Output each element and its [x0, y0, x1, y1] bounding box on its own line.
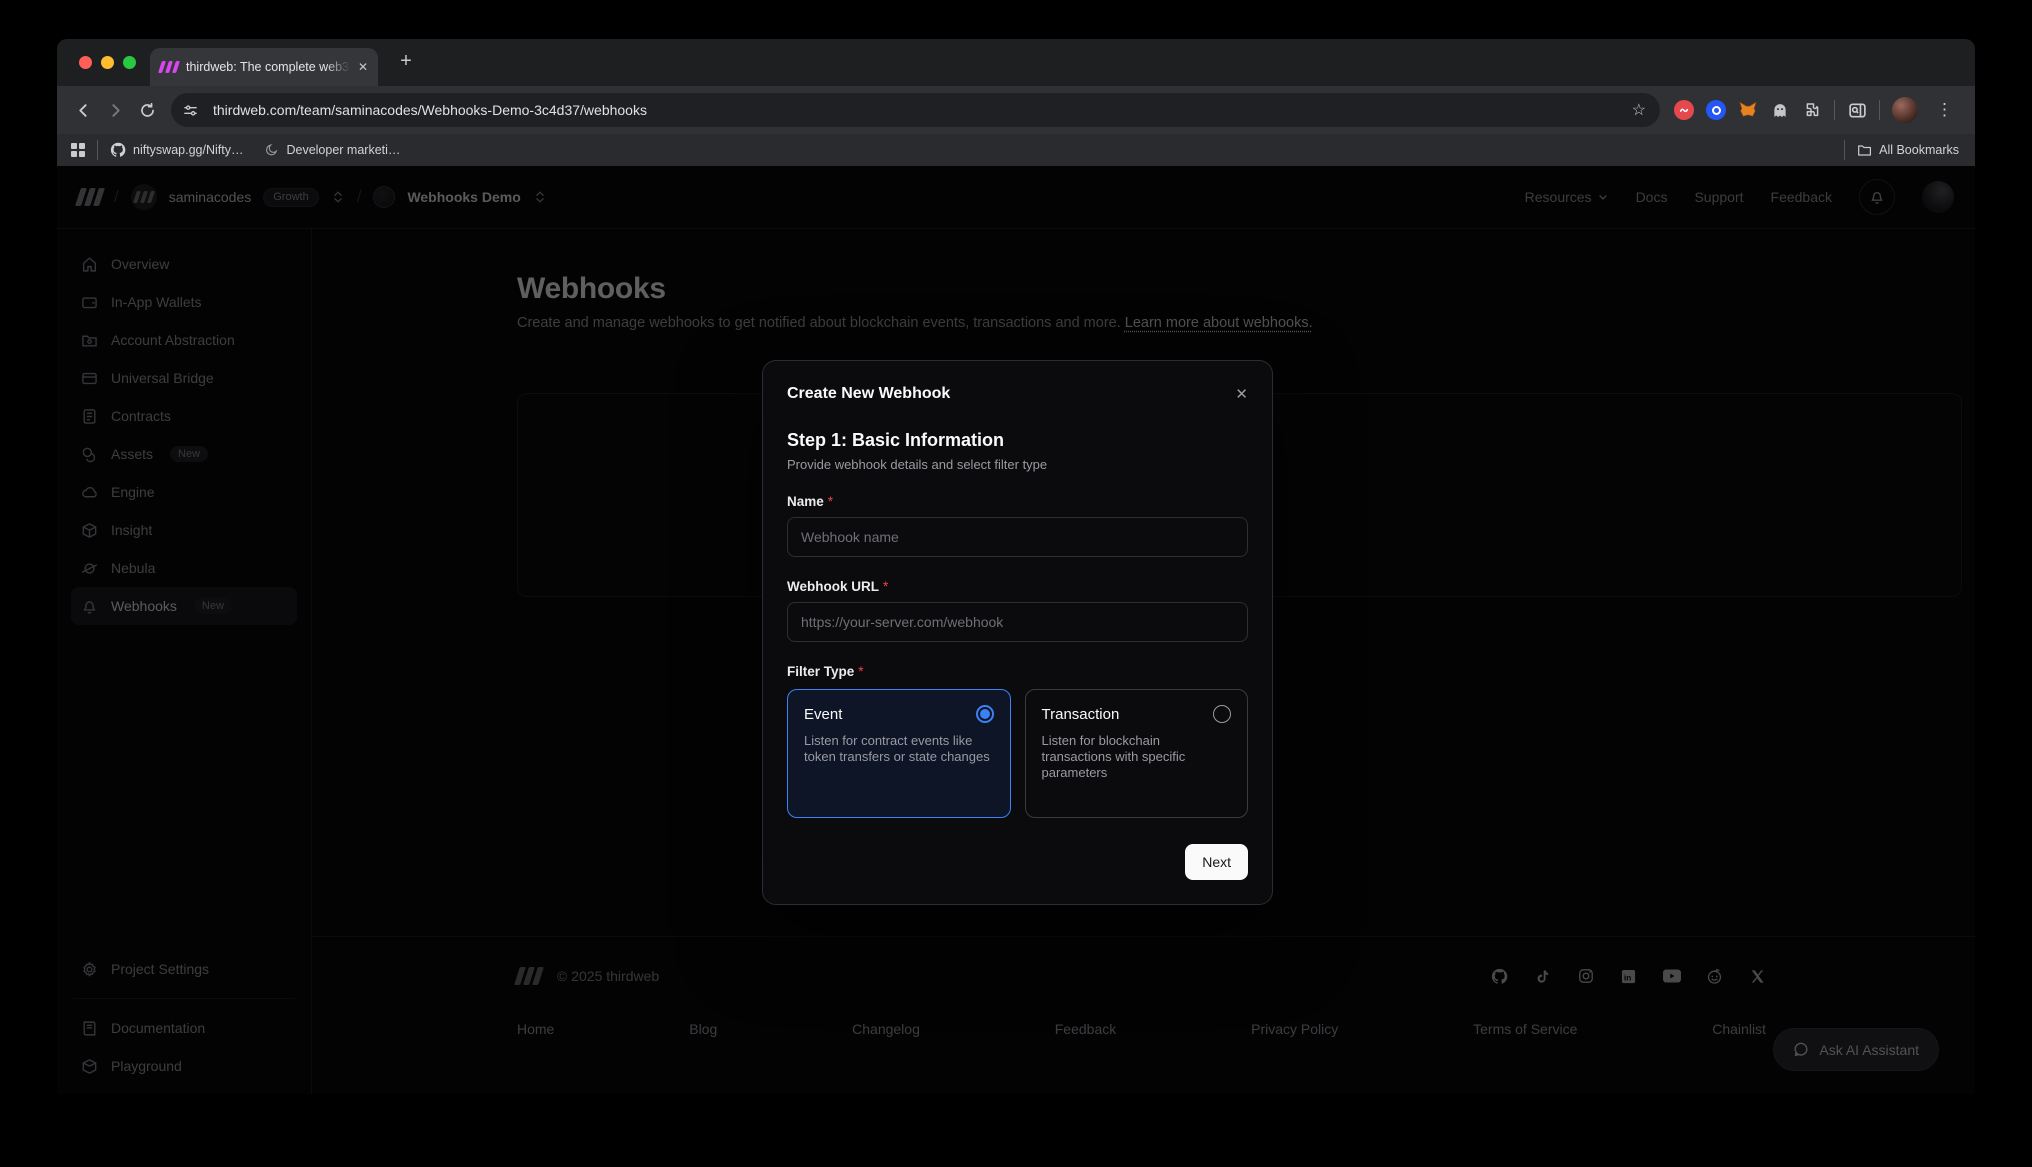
site-settings-icon[interactable] [177, 97, 203, 123]
toolbar-divider [1834, 100, 1835, 120]
extension-red-icon[interactable] [1674, 100, 1694, 120]
url-label: Webhook URL* [787, 579, 1248, 594]
modal-title: Create New Webhook [787, 385, 950, 403]
new-tab-button[interactable]: + [393, 49, 419, 75]
url-text: thirdweb.com/team/saminacodes/Webhooks-D… [213, 102, 1622, 118]
reload-icon[interactable] [131, 94, 163, 126]
tab-title: thirdweb: The complete web3 [186, 60, 350, 74]
required-asterisk: * [828, 494, 833, 509]
macos-traffic-lights [79, 56, 136, 69]
toolbar-divider [1879, 100, 1880, 120]
bookmarks-bar: niftyswap.gg/Nifty… Developer marketi… A… [57, 134, 1975, 166]
create-webhook-modal: Create New Webhook ✕ Step 1: Basic Infor… [762, 360, 1273, 905]
browser-window: thirdweb: The complete web3 ✕ + thirdweb… [57, 39, 1975, 1094]
minimize-window-button[interactable] [101, 56, 114, 69]
phantom-wallet-icon[interactable] [1770, 100, 1790, 120]
extensions-row: ⋮ [1668, 97, 1965, 123]
filter-type-options: Event Listen for contract events like to… [787, 689, 1248, 818]
metamask-icon[interactable] [1738, 100, 1758, 120]
webhook-name-input[interactable] [787, 517, 1248, 557]
bookmarks-divider [1844, 140, 1845, 160]
step-title: Step 1: Basic Information [787, 430, 1248, 451]
radio-selected-icon[interactable] [976, 705, 994, 723]
thirdweb-dashboard: / saminacodes Growth / Webhooks Demo [57, 166, 1975, 1094]
radio-unselected-icon[interactable] [1213, 705, 1231, 723]
step-subtitle: Provide webhook details and select filte… [787, 457, 1248, 472]
folder-icon [1857, 143, 1872, 158]
all-bookmarks-button[interactable]: All Bookmarks [1857, 143, 1959, 158]
bookmark-star-icon[interactable]: ☆ [1632, 100, 1654, 120]
extensions-puzzle-icon[interactable] [1802, 100, 1822, 120]
url-bar[interactable]: thirdweb.com/team/saminacodes/Webhooks-D… [171, 93, 1660, 127]
webhook-url-input[interactable] [787, 602, 1248, 642]
browser-toolbar: thirdweb.com/team/saminacodes/Webhooks-D… [57, 86, 1975, 134]
tab-strip: thirdweb: The complete web3 ✕ + [57, 39, 1975, 86]
modal-close-icon[interactable]: ✕ [1235, 387, 1248, 402]
bookmark-developer-marketing[interactable]: Developer marketi… [265, 143, 400, 157]
bookmark-niftyswap[interactable]: niftyswap.gg/Nifty… [110, 142, 243, 158]
required-asterisk: * [883, 579, 888, 594]
zoom-window-button[interactable] [123, 56, 136, 69]
tab-close-icon[interactable]: ✕ [358, 61, 368, 73]
name-label: Name* [787, 494, 1248, 509]
required-asterisk: * [858, 664, 863, 679]
moon-icon [265, 143, 279, 157]
bookmarks-divider [97, 140, 98, 160]
browser-tab[interactable]: thirdweb: The complete web3 ✕ [150, 48, 378, 86]
filter-type-label: Filter Type* [787, 664, 1248, 679]
close-window-button[interactable] [79, 56, 92, 69]
filter-option-event[interactable]: Event Listen for contract events like to… [787, 689, 1011, 818]
back-icon[interactable] [67, 94, 99, 126]
browser-profile-avatar[interactable] [1892, 97, 1918, 123]
side-panel-search-icon[interactable] [1847, 100, 1867, 120]
github-icon [110, 142, 126, 158]
thirdweb-favicon [160, 61, 178, 73]
screen-background: thirdweb: The complete web3 ✕ + thirdweb… [0, 0, 2032, 1167]
filter-option-transaction[interactable]: Transaction Listen for blockchain transa… [1025, 689, 1249, 818]
browser-menu-icon[interactable]: ⋮ [1930, 100, 1959, 120]
apps-grid-icon[interactable] [71, 143, 85, 157]
extension-blue-icon[interactable] [1706, 100, 1726, 120]
forward-icon[interactable] [99, 94, 131, 126]
next-button[interactable]: Next [1185, 844, 1248, 880]
